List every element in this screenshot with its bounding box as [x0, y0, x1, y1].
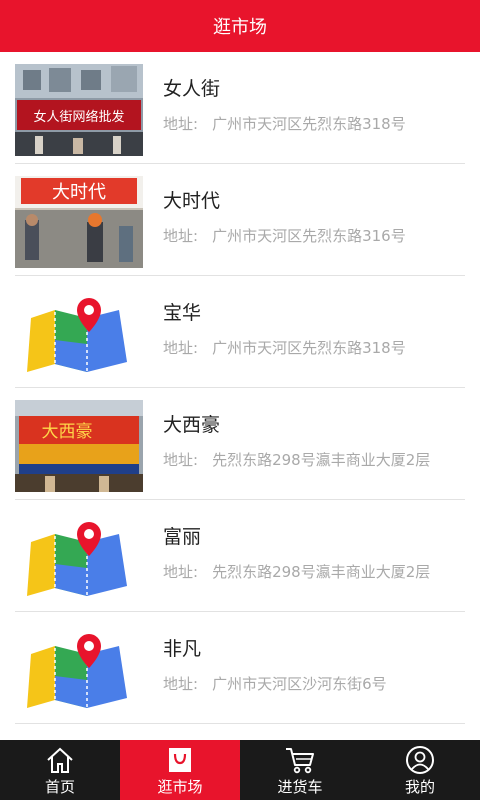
home-icon	[45, 744, 75, 776]
market-address: 地址: 先烈东路298号瀛丰商业大厦2层	[163, 449, 430, 470]
address-value: 先烈东路298号瀛丰商业大厦2层	[212, 451, 431, 469]
market-name: 大时代	[163, 190, 221, 212]
market-item[interactable]: 富丽 地址: 先烈东路298号瀛丰商业大厦2层	[15, 500, 465, 612]
address-value: 广州市天河区先烈东路318号	[212, 339, 406, 357]
address-value: 广州市天河区先烈东路318号	[212, 115, 406, 133]
market-list[interactable]: 女人街网络批发 女人街 地址: 广州市天河区先烈东路318号 大时代 大时代 地…	[0, 52, 480, 740]
tab-label: 进货车	[277, 778, 323, 796]
market-name: 富丽	[163, 526, 202, 548]
market-photo: 大西豪	[15, 400, 143, 492]
address-value: 广州市天河区沙河东街6号	[212, 675, 387, 693]
address-value: 广州市天河区先烈东路316号	[212, 227, 406, 245]
tab-profile[interactable]: 我的	[360, 740, 480, 800]
market-item[interactable]: 大时代 大时代 地址: 广州市天河区先烈东路316号	[15, 164, 465, 276]
market-name: 宝华	[163, 302, 202, 324]
tab-cart[interactable]: 进货车	[240, 740, 360, 800]
page-title: 逛市场	[213, 17, 267, 38]
address-label: 地址:	[163, 115, 199, 133]
address-label: 地址:	[163, 451, 199, 469]
market-address: 地址: 广州市天河区先烈东路318号	[163, 113, 406, 134]
address-label: 地址:	[163, 339, 199, 357]
market-address: 地址: 广州市天河区沙河东街6号	[163, 673, 387, 694]
market-photo: 女人街网络批发	[15, 64, 143, 156]
address-label: 地址:	[163, 227, 199, 245]
cart-icon	[284, 744, 316, 776]
user-icon	[405, 744, 435, 776]
address-value: 先烈东路298号瀛丰商业大厦2层	[212, 563, 431, 581]
bottom-tab-bar: 首页 逛市场 进货车 我的	[0, 740, 480, 800]
tab-label: 我的	[404, 778, 435, 796]
app-header: 逛市场	[0, 0, 480, 52]
market-name: 女人街	[163, 78, 221, 100]
market-item[interactable]: 宝华 地址: 广州市天河区先烈东路318号	[15, 276, 465, 388]
map-placeholder-icon	[15, 288, 143, 380]
bag-icon	[165, 744, 195, 776]
map-placeholder-icon	[15, 512, 143, 604]
market-address: 地址: 先烈东路298号瀛丰商业大厦2层	[163, 561, 430, 582]
market-photo: 大时代	[15, 176, 143, 268]
market-item[interactable]: 女人街网络批发 女人街 地址: 广州市天河区先烈东路318号	[15, 52, 465, 164]
market-name: 非凡	[163, 638, 202, 660]
market-name: 大西豪	[163, 414, 221, 436]
svg-text:女人街网络批发: 女人街网络批发	[33, 109, 124, 125]
market-address: 地址: 广州市天河区先烈东路316号	[163, 225, 406, 246]
tab-label: 逛市场	[157, 778, 203, 796]
svg-text:大时代: 大时代	[52, 182, 106, 203]
market-item[interactable]: 大西豪 大西豪 地址: 先烈东路298号瀛丰商业大厦2层	[15, 388, 465, 500]
market-item[interactable]: 非凡 地址: 广州市天河区沙河东街6号	[15, 612, 465, 724]
tab-home[interactable]: 首页	[0, 740, 120, 800]
tab-label: 首页	[44, 778, 75, 796]
tab-market[interactable]: 逛市场	[120, 740, 240, 800]
svg-text:大西豪: 大西豪	[42, 421, 93, 442]
address-label: 地址:	[163, 563, 199, 581]
market-address: 地址: 广州市天河区先烈东路318号	[163, 337, 406, 358]
map-placeholder-icon	[15, 624, 143, 716]
address-label: 地址:	[163, 675, 199, 693]
